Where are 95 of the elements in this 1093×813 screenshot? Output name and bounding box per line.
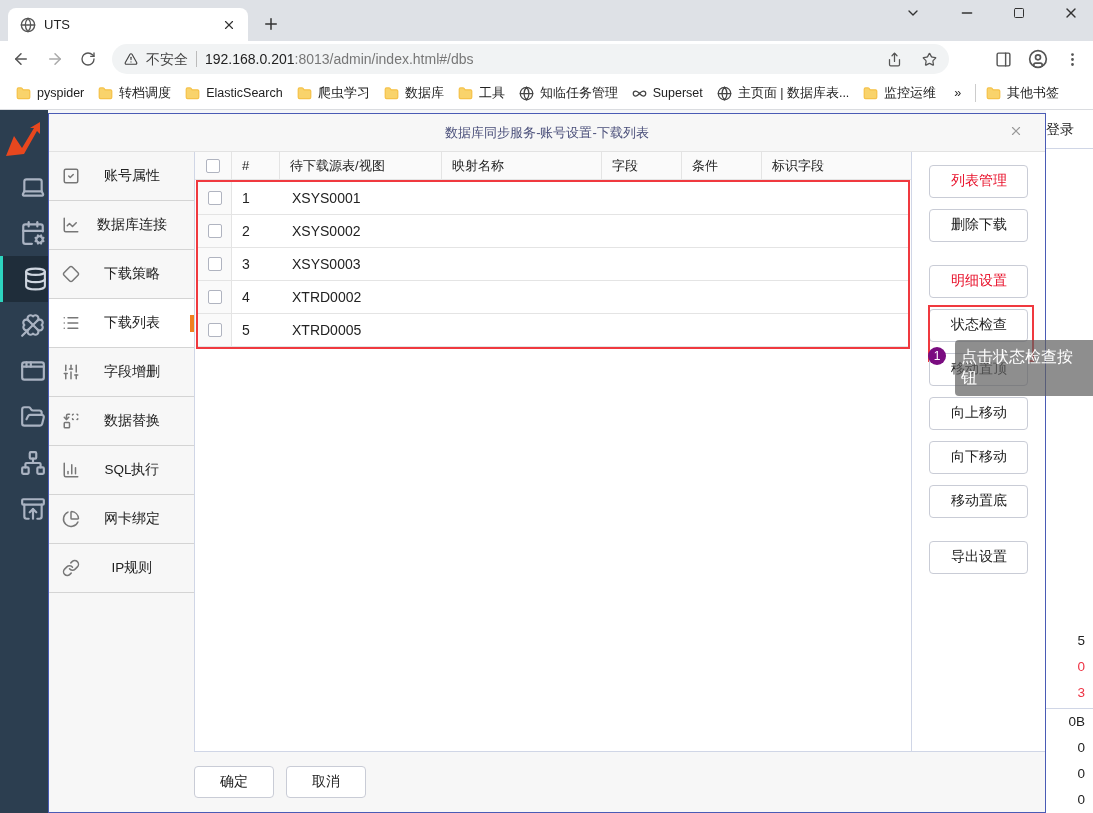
url-text: 192.168.0.201:8013/admin/index.html#/dbs [205,49,474,69]
bookmark[interactable]: Superset [631,83,703,103]
star-icon[interactable] [922,51,937,67]
bookmark[interactable]: 爬虫学习 [296,83,370,103]
bookmark[interactable]: ElasticSearch [185,83,283,103]
database-icon [23,266,48,292]
folder-icon [98,85,114,101]
calendar-icon [20,220,46,246]
nav-icon [62,412,80,430]
action-button[interactable]: 删除下载 [929,209,1028,242]
folder-icon [383,85,399,101]
bookmark[interactable]: 转档调度 [98,83,172,103]
table-cell: 1 [242,189,250,206]
count-value: 5 [1077,632,1085,650]
folder-icon [20,404,46,430]
insecure-label: 不安全 [146,49,188,69]
column-header: # [242,156,250,175]
more-bookmarks[interactable]: » [954,83,962,103]
bookmark[interactable]: 知临任务管理 [518,83,618,103]
folder-icon [457,85,473,101]
maximize-icon[interactable] [1013,7,1025,19]
nav-icon [62,363,80,381]
share-icon[interactable] [887,51,902,67]
checkbox[interactable] [207,191,222,205]
table-cell: XSYS0001 [292,189,361,206]
table-cell: 2 [242,222,250,239]
nav-item[interactable]: 下载列表 [49,299,194,348]
dialog-title: 数据库同步服务-账号设置-下载列表 [445,123,649,142]
bookmark[interactable]: pyspider [16,83,85,103]
table-cell: 4 [242,288,250,305]
bookmark[interactable]: 监控运维 [863,83,937,103]
profile-icon[interactable] [1028,49,1048,69]
checkbox[interactable] [207,323,222,337]
column-header: 标识字段 [772,156,824,175]
action-button[interactable]: 明细设置 [929,265,1028,298]
checkbox[interactable] [207,290,222,304]
side-panel-icon[interactable] [995,50,1012,68]
folder-icon [16,85,31,101]
folder-icon [863,85,879,101]
table-cell: XTRD0005 [292,321,362,338]
folder-icon [296,85,312,101]
browser-tab[interactable]: UTS [8,8,248,41]
bookmark[interactable]: 数据库 [383,83,444,103]
column-header: 映射名称 [452,156,504,175]
globe-icon [518,85,534,101]
nav-icon [62,559,80,577]
count-value: 3 [1077,684,1085,702]
sidebar-item[interactable] [0,256,48,302]
column-header: 字段 [612,156,638,175]
table-cell: XSYS0003 [292,255,361,272]
column-header: 条件 [692,156,718,175]
bookmark[interactable]: 工具 [457,83,505,103]
table-cell: XTRD0002 [292,288,362,305]
reload-icon[interactable] [80,51,96,67]
column-header: 待下载源表/视图 [290,156,385,175]
action-button[interactable]: 列表管理 [929,165,1028,198]
action-button[interactable]: 移动置底 [929,485,1028,518]
address-field[interactable]: 不安全 192.168.0.201:8013/admin/index.html#/dbs [112,44,949,74]
checkbox[interactable] [207,257,222,271]
globe-icon [716,85,732,101]
action-button[interactable]: 向下移动 [929,441,1028,474]
warning-icon [124,52,138,66]
table-cell: XSYS0002 [292,222,361,239]
back-icon[interactable] [12,50,30,68]
action-button[interactable]: 导出设置 [929,541,1028,574]
size-value: 0B [1068,713,1085,731]
size-value: 0 [1077,739,1085,757]
tab-title: UTS [44,15,71,34]
globe-icon [20,16,36,33]
folder-icon [986,85,1002,101]
count-value: 0 [1077,658,1085,676]
nav-icon [62,167,80,185]
login-link[interactable]: 登录 [1046,118,1074,140]
size-value: 0 [1077,765,1085,783]
nav-icon [62,510,80,528]
window-icon [20,358,46,384]
footer-button[interactable]: 取消 [286,766,366,798]
action-button[interactable]: 向上移动 [929,397,1028,430]
folder-icon [185,85,201,101]
bookmark[interactable]: 其他书签 [975,83,1060,103]
nav-icon [62,461,80,479]
network-icon [20,450,46,476]
action-button[interactable]: 状态检查 [929,309,1028,342]
bookmark[interactable]: 主页面 | 数据库表... [716,83,850,103]
checkbox[interactable] [207,224,222,238]
table-cell: 3 [242,255,250,272]
table-cell: 5 [242,321,250,338]
size-value: 0 [1077,791,1085,809]
nav-icon [62,216,80,234]
checkbox[interactable] [206,158,220,173]
nav-icon [62,314,80,332]
footer-button[interactable]: 确定 [194,766,274,798]
new-tab-icon[interactable] [262,15,280,33]
nav-icon [62,265,80,283]
download-icon [20,496,46,522]
